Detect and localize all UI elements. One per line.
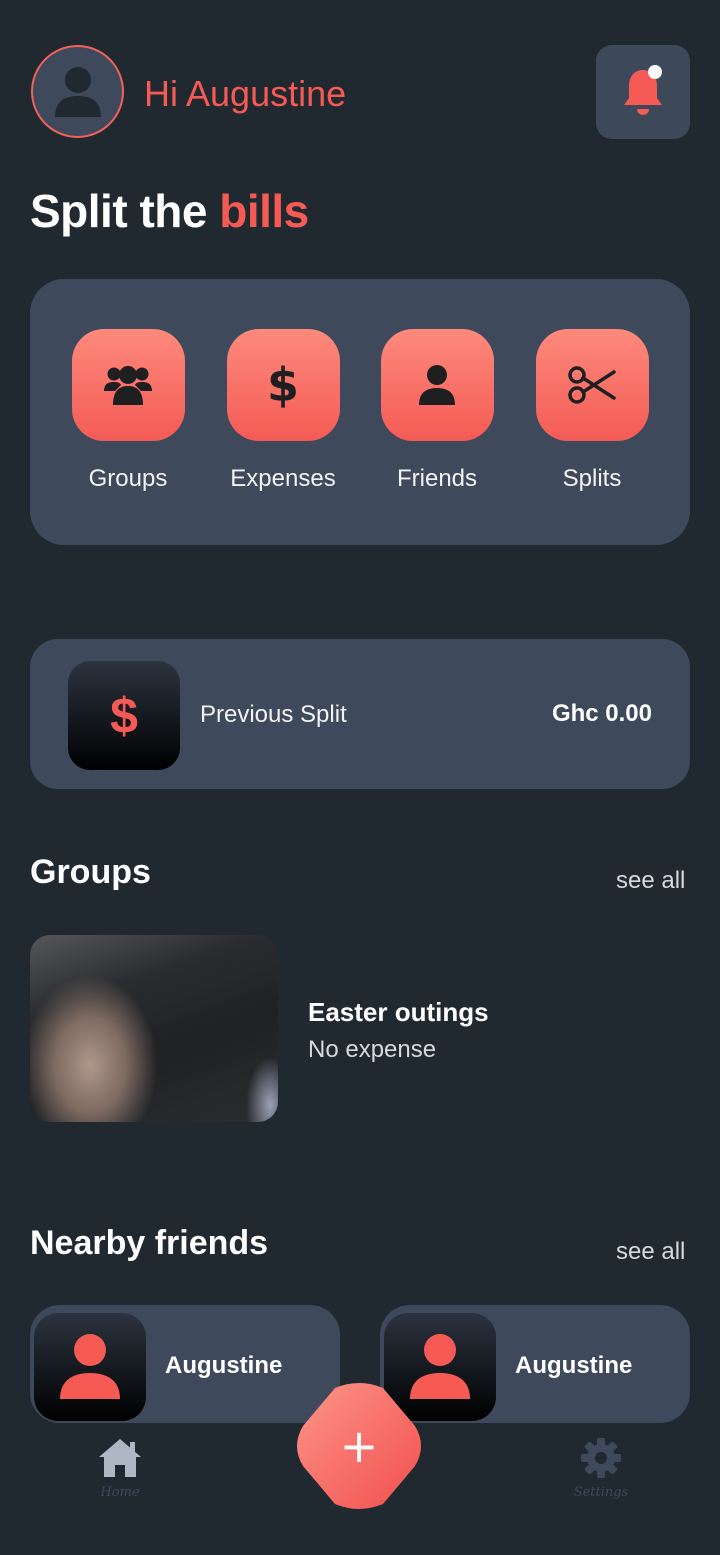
groups-see-all-link[interactable]: see all bbox=[616, 867, 685, 895]
friends-see-all-link[interactable]: see all bbox=[616, 1238, 685, 1266]
profile-avatar[interactable] bbox=[31, 45, 124, 138]
notifications-button[interactable] bbox=[596, 45, 690, 139]
action-friends-tile[interactable] bbox=[380, 329, 494, 441]
friends-section-title: Nearby friends bbox=[30, 1224, 269, 1262]
action-groups[interactable]: Groups bbox=[71, 329, 185, 509]
action-splits-tile[interactable] bbox=[535, 329, 649, 441]
headline-accent: bills bbox=[219, 185, 309, 237]
action-friends-label: Friends bbox=[396, 465, 478, 492]
friend-avatar bbox=[34, 1313, 146, 1421]
previous-split-amount: Ghc 0.00 bbox=[551, 700, 652, 727]
nav-settings-label: Settings bbox=[573, 1485, 629, 1500]
action-expenses-tile[interactable]: $ bbox=[226, 329, 340, 441]
nav-settings[interactable]: Settings bbox=[565, 1437, 637, 1500]
user-icon bbox=[54, 66, 101, 117]
group-expense-status: No expense bbox=[308, 1036, 437, 1063]
plus-icon: + bbox=[339, 1419, 379, 1473]
groups-section-title: Groups bbox=[30, 853, 151, 891]
nav-home[interactable]: Home bbox=[90, 1437, 150, 1500]
action-groups-tile[interactable] bbox=[71, 329, 185, 441]
page-headline: Split the bills bbox=[30, 184, 309, 238]
user-icon bbox=[60, 1334, 120, 1399]
action-splits-label: Splits bbox=[562, 465, 622, 492]
action-friends[interactable]: Friends bbox=[380, 329, 494, 509]
headline-prefix: Split the bbox=[30, 185, 207, 237]
friend-name: Augustine bbox=[515, 1352, 633, 1379]
gear-icon bbox=[581, 1438, 621, 1478]
greeting-text: Hi Augustine bbox=[144, 73, 347, 114]
group-image[interactable] bbox=[30, 935, 278, 1122]
action-groups-label: Groups bbox=[88, 465, 168, 492]
action-expenses-label: Expenses bbox=[230, 465, 336, 492]
notification-dot bbox=[648, 65, 662, 79]
home-icon bbox=[99, 1439, 141, 1477]
dollar-icon: $ bbox=[266, 358, 299, 412]
group-name[interactable]: Easter outings bbox=[308, 997, 489, 1028]
users-icon bbox=[104, 366, 152, 405]
action-expenses[interactable]: $ Expenses bbox=[226, 329, 340, 509]
friend-name: Augustine bbox=[165, 1352, 283, 1379]
action-splits[interactable]: Splits bbox=[535, 329, 649, 509]
add-split-button[interactable]: + bbox=[293, 1382, 425, 1510]
previous-split-label: Previous Split bbox=[200, 701, 347, 728]
dollar-icon: $ bbox=[68, 661, 180, 770]
user-icon bbox=[419, 365, 455, 405]
scissors-icon bbox=[568, 366, 616, 404]
nav-home-label: Home bbox=[100, 1485, 140, 1500]
